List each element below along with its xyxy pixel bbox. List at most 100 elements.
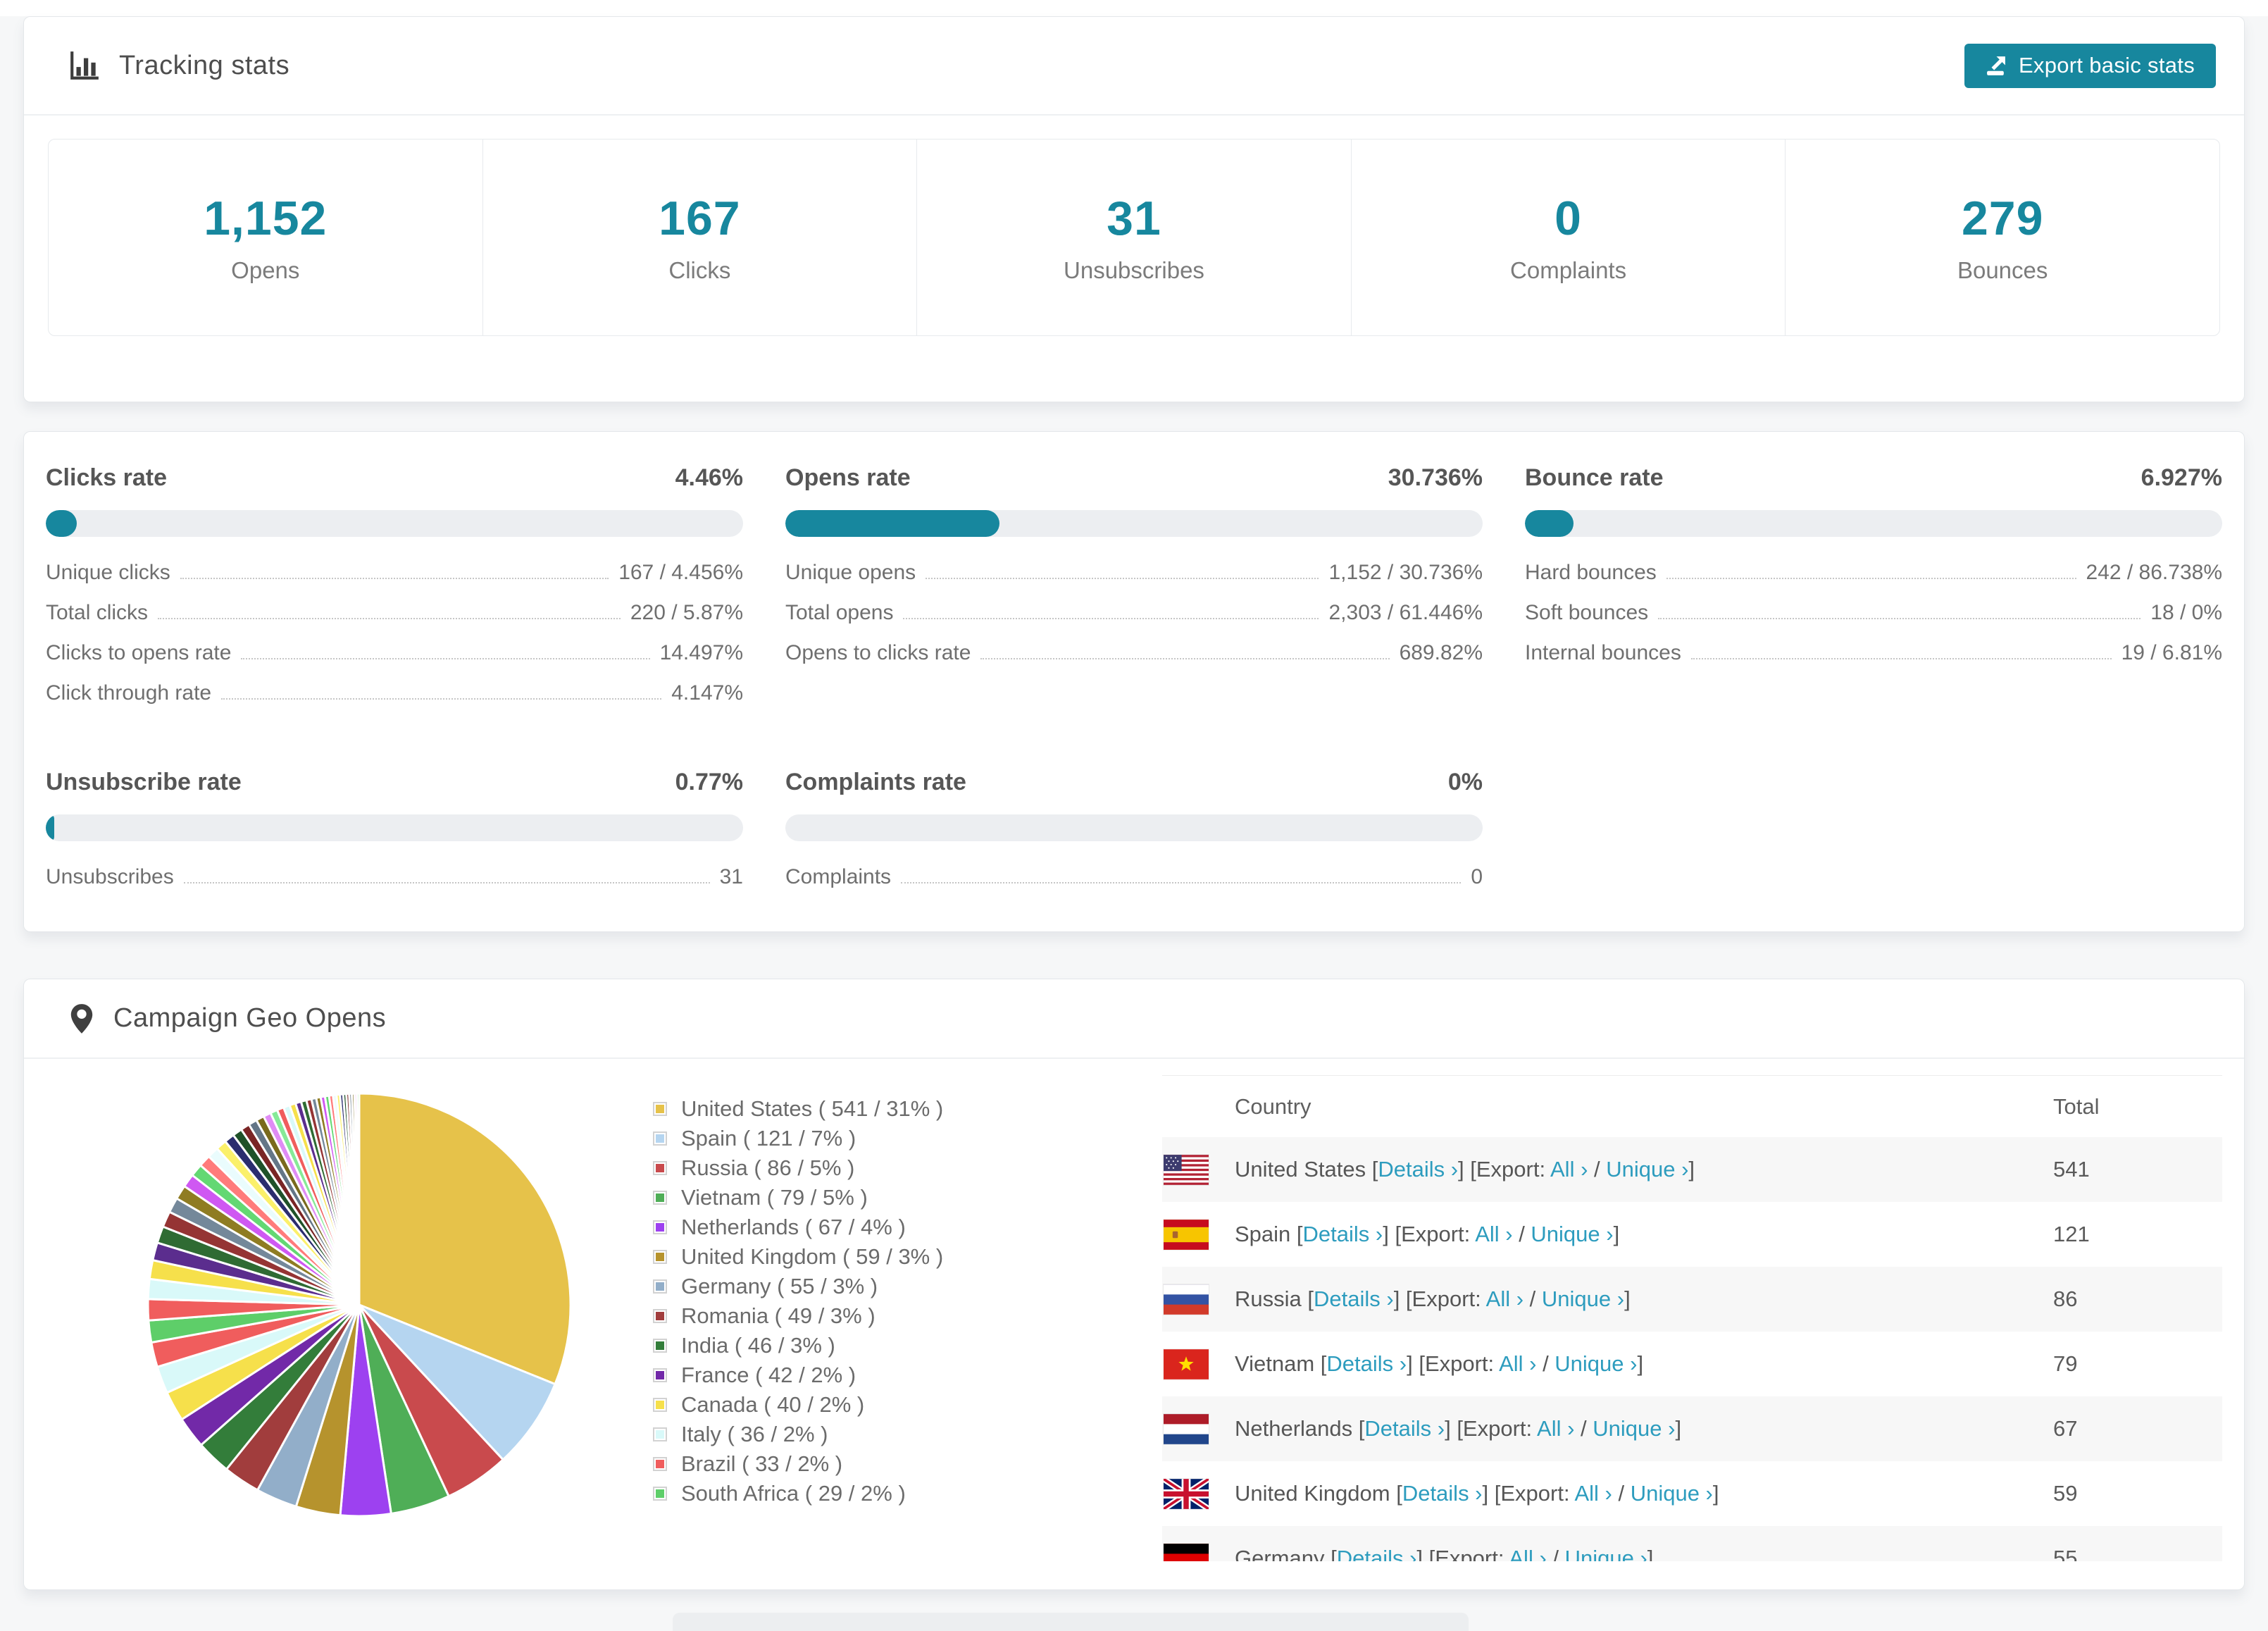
legend-item: India ( 46 / 3% ) (653, 1331, 1093, 1360)
export-all-link[interactable]: All › (1509, 1546, 1546, 1561)
rate-row-label: Soft bounces (1525, 601, 1649, 624)
legend-swatch (653, 1250, 667, 1264)
rate-stat-row: Hard bounces 242 / 86.738% (1525, 561, 2222, 585)
stat-value: 167 (659, 192, 741, 245)
country-cell: United Kingdom [Details ›] [Export: All … (1235, 1481, 1719, 1506)
details-link[interactable]: Details › (1402, 1481, 1483, 1506)
rate-row-value: 19 / 6.81% (2121, 641, 2222, 664)
export-unique-link[interactable]: Unique › (1565, 1546, 1647, 1561)
rate-row-value: 14.497% (659, 641, 743, 664)
details-link[interactable]: Details › (1378, 1157, 1458, 1182)
rate-row-value: 242 / 86.738% (2086, 561, 2223, 584)
export-basic-stats-button[interactable]: Export basic stats (1964, 43, 2216, 88)
rate-row-label: Total opens (785, 601, 894, 624)
legend-item: South Africa ( 29 / 2% ) (653, 1479, 1093, 1508)
geo-content: United States ( 541 / 31% ) Spain ( 121 /… (24, 1059, 2244, 1561)
geo-title: Campaign Geo Opens (113, 1003, 387, 1033)
export-all-link[interactable]: All › (1550, 1157, 1588, 1182)
export-all-link[interactable]: All › (1475, 1222, 1512, 1246)
complaints-rate-progressbar (785, 814, 1483, 841)
stat-value: 1,152 (204, 192, 328, 245)
dotted-leader (1690, 658, 2112, 659)
geo-table-body: United States [Details ›] [Export: All ›… (1162, 1137, 2222, 1561)
legend-swatch (653, 1427, 667, 1441)
legend-item: Brazil ( 33 / 2% ) (653, 1449, 1093, 1479)
legend-swatch (653, 1368, 667, 1382)
export-unique-link[interactable]: Unique › (1606, 1157, 1688, 1182)
table-row: Spain [Details ›] [Export: All › / Uniqu… (1162, 1202, 2222, 1267)
geo-header: Campaign Geo Opens (24, 979, 2244, 1059)
legend-label: Brazil ( 33 / 2% ) (681, 1451, 843, 1476)
rate-row-label: Clicks to opens rate (46, 641, 232, 664)
rate-row-label: Unsubscribes (46, 865, 174, 888)
flag-gb-icon (1164, 1478, 1209, 1509)
stat-label: Opens (231, 257, 300, 283)
stat-value: 0 (1554, 192, 1582, 245)
export-unique-link[interactable]: Unique › (1554, 1351, 1637, 1376)
legend-item: Italy ( 36 / 2% ) (653, 1420, 1093, 1449)
rate-stat-row: Click through rate 4.147% (46, 681, 743, 705)
export-all-link[interactable]: All › (1486, 1286, 1524, 1311)
country-name: Germany (1235, 1546, 1325, 1561)
details-link[interactable]: Details › (1303, 1222, 1383, 1246)
country-name: United States (1235, 1157, 1366, 1182)
rate-stat-row: Total opens 2,303 / 61.446% (785, 601, 1483, 625)
details-link[interactable]: Details › (1337, 1546, 1417, 1561)
table-row: Vietnam [Details ›] [Export: All › / Uni… (1162, 1332, 2222, 1396)
details-link[interactable]: Details › (1326, 1351, 1407, 1376)
details-link[interactable]: Details › (1364, 1416, 1445, 1441)
table-row: Germany [Details ›] [Export: All › / Uni… (1162, 1526, 2222, 1561)
export-unique-link[interactable]: Unique › (1531, 1222, 1613, 1246)
country-name: Vietnam (1235, 1351, 1315, 1376)
export-all-link[interactable]: All › (1574, 1481, 1612, 1506)
rate-row-value: 167 / 4.456% (618, 561, 743, 584)
rate-row-value: 0 (1471, 865, 1483, 888)
bounce-rate-progressbar (1525, 510, 2222, 537)
summary-stat-complaints: 0 Complaints (1350, 139, 1786, 335)
export-all-link[interactable]: All › (1499, 1351, 1536, 1376)
country-name: Netherlands (1235, 1416, 1353, 1441)
rates-grid: Clicks rate 4.46% Unique clicks 167 / 4.4… (24, 432, 2244, 889)
dotted-leader (221, 698, 662, 700)
table-row: Netherlands [Details ›] [Export: All › /… (1162, 1396, 2222, 1461)
legend-label: Italy ( 36 / 2% ) (681, 1422, 828, 1446)
flag-vn-icon (1164, 1348, 1209, 1379)
legend-item: Russia ( 86 / 5% ) (653, 1153, 1093, 1183)
legend-label: United States ( 541 / 31% ) (681, 1096, 944, 1121)
complaints-rate-title: Complaints rate (785, 769, 966, 795)
stat-value: 279 (1961, 192, 2044, 245)
country-name: United Kingdom (1235, 1481, 1390, 1506)
country-name: Spain (1235, 1222, 1291, 1246)
total-cell: 79 (2053, 1351, 2078, 1376)
map-pin-icon (68, 1002, 95, 1036)
country-cell: Germany [Details ›] [Export: All › / Uni… (1235, 1546, 2053, 1561)
country-cell: United States [Details ›] [Export: All ›… (1235, 1157, 1695, 1182)
flag-es-icon (1164, 1219, 1209, 1250)
table-row: United States [Details ›] [Export: All ›… (1162, 1137, 2222, 1202)
legend-label: India ( 46 / 3% ) (681, 1333, 835, 1358)
rate-row-label: Unique opens (785, 561, 916, 584)
dotted-leader (926, 578, 1319, 579)
stat-value: 31 (1107, 192, 1161, 245)
legend-item: Germany ( 55 / 3% ) (653, 1272, 1093, 1301)
dotted-leader (241, 658, 650, 659)
export-unique-link[interactable]: Unique › (1593, 1416, 1675, 1441)
export-unique-link[interactable]: Unique › (1542, 1286, 1624, 1311)
rate-row-value: 1,152 / 30.736% (1328, 561, 1483, 584)
unsubscribe-rate-value: 0.77% (675, 769, 743, 795)
rate-row-value: 18 / 0% (2150, 601, 2222, 624)
details-link[interactable]: Details › (1314, 1286, 1394, 1311)
geo-pie-chart (147, 1092, 572, 1518)
export-unique-link[interactable]: Unique › (1631, 1481, 1713, 1506)
rate-row-label: Click through rate (46, 681, 212, 705)
total-cell: 121 (2053, 1222, 2090, 1246)
legend-item: France ( 42 / 2% ) (653, 1360, 1093, 1390)
rate-row-value: 4.147% (671, 681, 743, 705)
flag-ru-icon (1164, 1284, 1209, 1315)
page-title: Tracking stats (119, 50, 290, 80)
rate-stat-row: Unique clicks 167 / 4.456% (46, 561, 743, 585)
rate-row-label: Hard bounces (1525, 561, 1657, 584)
country-cell: Spain [Details ›] [Export: All › / Uniqu… (1235, 1222, 1620, 1246)
tracking-stats-card: Tracking stats Export basic stats 1,152 O… (23, 16, 2245, 402)
export-all-link[interactable]: All › (1537, 1416, 1574, 1441)
